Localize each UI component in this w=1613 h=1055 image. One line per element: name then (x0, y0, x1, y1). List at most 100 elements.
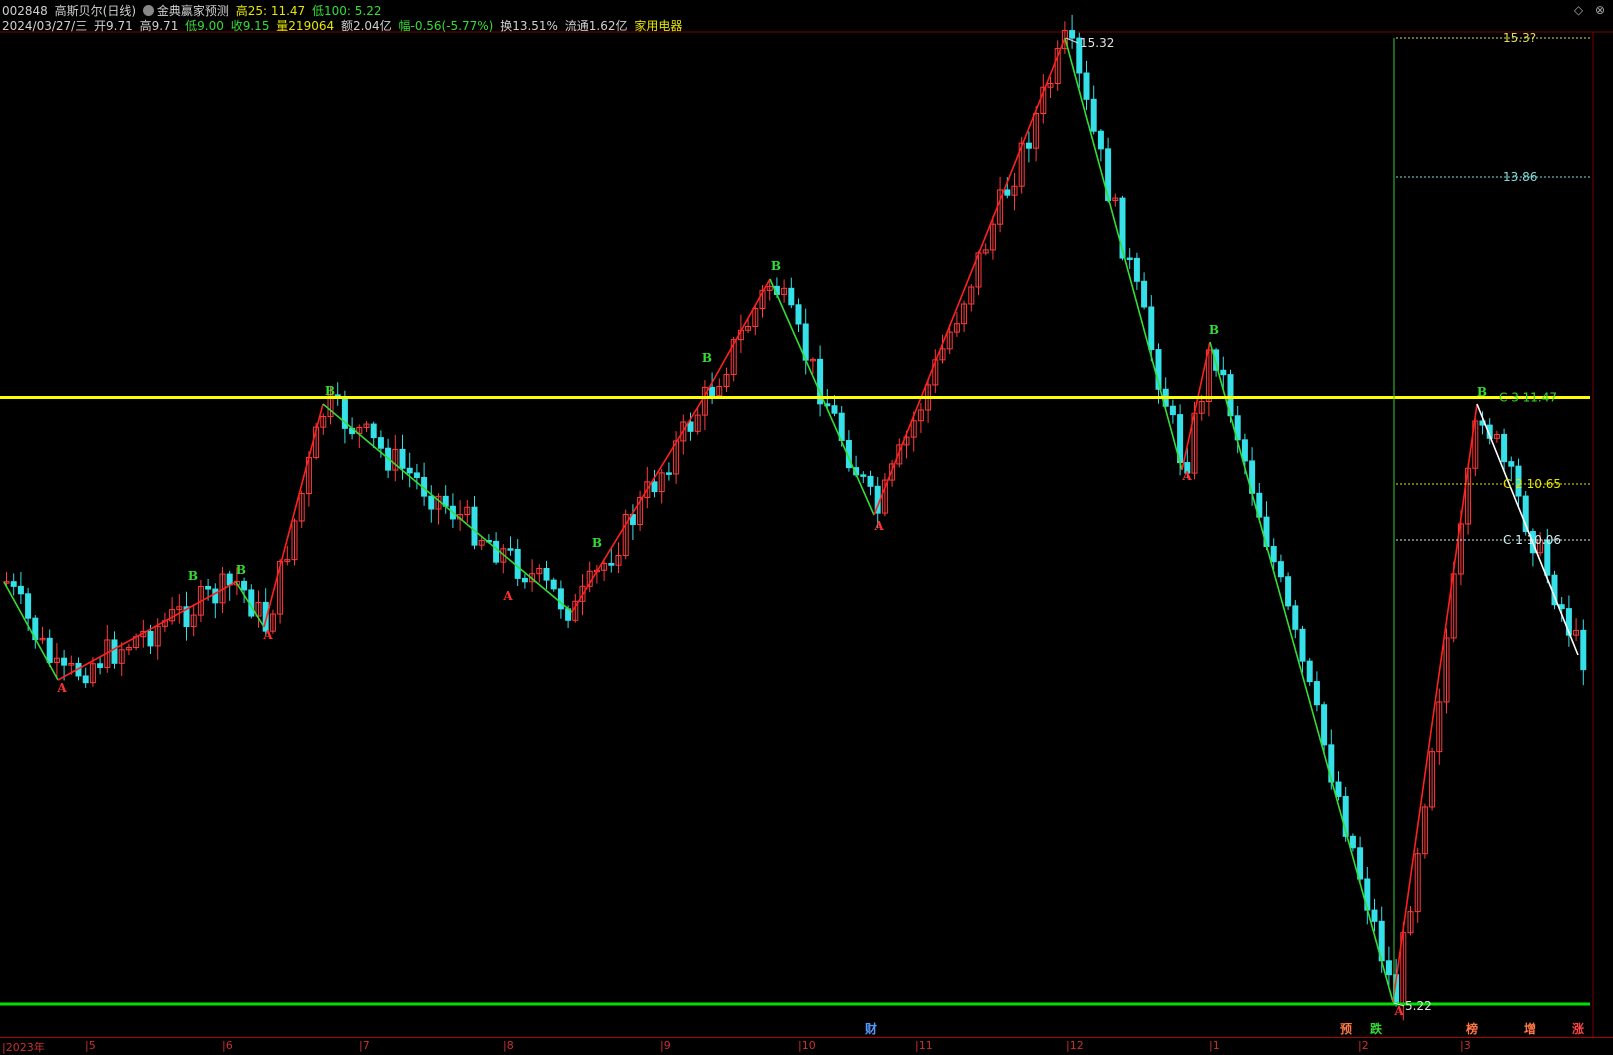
candle-body (1285, 576, 1292, 607)
candle-body (17, 585, 24, 595)
date-tick: |8 (503, 1039, 514, 1052)
candle-body (1090, 98, 1097, 132)
candle-body (61, 657, 68, 666)
bottom-price-label: 5.22 (1405, 999, 1432, 1013)
candle-body (1292, 605, 1299, 630)
candle-body (709, 386, 716, 397)
candle-body (1025, 142, 1032, 149)
candle-body (1241, 439, 1248, 462)
candle-body (147, 630, 154, 647)
candle-body (831, 405, 838, 414)
fib-level-label: C 2 10.65 (1503, 477, 1561, 491)
window-controls: ◇ ⊗ (1566, 3, 1605, 17)
wave-marker-a: A (1181, 469, 1192, 483)
candle-body (665, 472, 672, 475)
amount-value: 额2.04亿 (340, 19, 392, 33)
candle-body (212, 588, 219, 604)
high-value: 高9.71 (139, 19, 179, 33)
candle-body (1349, 835, 1356, 849)
candle-body (1385, 960, 1392, 976)
candle-body (493, 540, 500, 563)
wave-marker-b: B (236, 563, 246, 577)
stock-code: 002848 (2, 4, 48, 18)
event-marker[interactable]: 跌 (1370, 1020, 1382, 1037)
candle-body (608, 563, 615, 566)
wave-marker-b: B (771, 259, 781, 273)
candle-body (1313, 681, 1320, 706)
candle-body (1126, 257, 1133, 261)
wave-marker-b: B (1209, 323, 1219, 337)
date-tick: |5 (85, 1039, 96, 1052)
event-marker[interactable]: 财 (865, 1020, 877, 1037)
stock-name[interactable]: 高斯贝尔(日线) (55, 4, 136, 18)
candle-body (413, 472, 420, 478)
header-row-1: 002848 高斯贝尔(日线) 金典赢家预测 高25: 11.47 低100: … (2, 2, 384, 18)
peak-price-label: 15.32 (1080, 36, 1114, 50)
wave-marker-a: A (502, 589, 513, 603)
open-value: 开9.71 (94, 19, 133, 33)
fib-c3-label: C 3 11.47 (1499, 390, 1557, 404)
candle-body (428, 495, 435, 510)
date-tick: |7 (359, 1039, 370, 1052)
candle-body (1321, 704, 1328, 746)
header-row-2: 2024/03/27/三 开9.71 高9.71 低9.00 收9.15 量21… (2, 17, 685, 33)
candle-body (687, 421, 694, 432)
candle-body (1306, 660, 1313, 683)
candle-body (399, 448, 406, 469)
dropdown-icon[interactable] (142, 5, 154, 16)
diamond-icon[interactable]: ◇ (1574, 3, 1583, 17)
candle-body (788, 287, 795, 306)
candle-body (795, 304, 802, 325)
date-tick: |11 (915, 1039, 933, 1052)
high25-value: 高25: 11.47 (235, 4, 306, 18)
date-tick: |3 (1460, 1039, 1471, 1052)
candle-body (1004, 189, 1011, 196)
date-tick: |6 (222, 1039, 233, 1052)
float-value: 流通1.62亿 (564, 19, 628, 33)
candle-body (1169, 405, 1176, 416)
candle-body (97, 663, 104, 668)
candle-body (521, 577, 528, 583)
fib-level-label: 15.3? (1503, 31, 1536, 45)
candle-body (1083, 72, 1090, 100)
close-icon[interactable]: ⊗ (1595, 3, 1605, 17)
candle-body (1335, 781, 1342, 797)
candle-body (514, 548, 521, 579)
candle-body (867, 475, 874, 487)
date-value: 2024/03/27/三 (2, 19, 88, 33)
candle-body (46, 637, 53, 663)
candle-body (550, 579, 557, 590)
event-marker[interactable]: 涨 (1572, 1020, 1584, 1037)
candle-body (226, 573, 233, 586)
date-axis: |2023年 |5 |6 |7 |8 |9 |10 |11 |12 |1 |2 |3 (0, 1037, 1613, 1054)
event-marker[interactable]: 榜 (1466, 1020, 1478, 1037)
low100-value: 低100: 5.22 (312, 4, 382, 18)
date-tick: |12 (1066, 1039, 1084, 1052)
candle-body (205, 586, 212, 590)
candle-body (1141, 280, 1148, 308)
indicator-name[interactable]: 金典赢家预测 (157, 4, 229, 18)
candle-body (1220, 369, 1227, 376)
date-tick: |9 (660, 1039, 671, 1052)
fib-level-label: C 1 10.06 (1503, 533, 1561, 547)
sector-link[interactable]: 家用电器 (634, 19, 682, 33)
wave-marker-b: B (1477, 385, 1487, 399)
change-value: 幅-0.56(-5.77%) (398, 19, 494, 33)
candle-body (377, 437, 384, 449)
event-marker[interactable]: 预 (1340, 1020, 1352, 1037)
candle-body (651, 481, 658, 493)
candle-body (370, 423, 377, 439)
wave-marker-b: B (188, 569, 198, 583)
volume-value: 量219064 (276, 19, 335, 33)
wave-marker-a: A (873, 519, 884, 533)
candle-body (1508, 461, 1515, 467)
candle-body (1133, 257, 1140, 282)
wave-marker-a: A (56, 681, 67, 695)
candle-body (406, 467, 413, 474)
event-marker[interactable]: 增 (1524, 1020, 1536, 1037)
candle-body (1328, 744, 1335, 783)
low-value: 低9.00 (185, 19, 224, 33)
wave-marker-b: B (325, 384, 335, 398)
fib-level-label: 13.86 (1503, 170, 1537, 184)
candle-body (471, 506, 478, 546)
